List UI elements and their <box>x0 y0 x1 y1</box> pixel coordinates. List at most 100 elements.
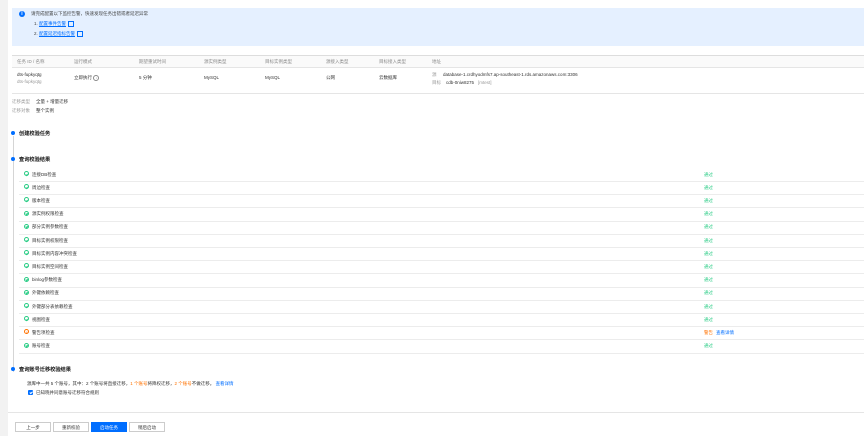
check-name: 周边检查 <box>32 184 50 190</box>
check-name: binlog参数检查 <box>32 277 63 283</box>
dst-access-type: 云数据库 <box>379 75 397 80</box>
table-row: binlog参数检查 通过 <box>19 274 864 288</box>
check-status: 通过 <box>704 343 713 349</box>
config-event-alarm-link[interactable]: 配置事件告警 <box>39 21 66 26</box>
check-circle-icon <box>24 223 29 229</box>
footer-bar: 上一步 重新校验 启动任务 稍后启动 <box>8 412 864 436</box>
agree-checkbox-label[interactable]: 已知晓并同意账号迁移符合规则 <box>36 390 99 396</box>
warning-icon <box>24 329 29 335</box>
check-name: 源实例权限检查 <box>32 211 64 217</box>
col-retry: 期望重试时间 <box>139 59 166 64</box>
recheck-button[interactable]: 重新校验 <box>53 422 89 432</box>
check-circle-icon <box>24 316 29 322</box>
table-row: 视图检查 通过 <box>19 313 864 328</box>
check-status: 通过 <box>704 224 713 230</box>
table-row: 周边检查 通过 <box>19 181 864 196</box>
info-icon: i <box>19 11 25 17</box>
check-name: 版本检查 <box>32 197 50 203</box>
help-icon[interactable]: i <box>93 75 100 81</box>
account-detail-link[interactable]: 查看详情 <box>216 381 234 386</box>
check-status: 通过 <box>704 237 713 243</box>
check-status: 通过 <box>704 171 713 177</box>
check-name: 部分实例参数检查 <box>32 224 68 230</box>
check-circle-icon <box>24 210 29 216</box>
check-name: 警告项检查 <box>32 329 55 335</box>
check-status: 通过 <box>704 303 713 309</box>
check-status: 通过 <box>704 316 713 322</box>
check-circle-icon <box>24 237 29 242</box>
agree-checkbox[interactable] <box>28 390 33 395</box>
alert-item-delay: 2. 配置延迟指标告警 <box>34 31 84 37</box>
external-link-icon <box>68 21 75 27</box>
dst-address: cdb-0niw8275 <box>446 80 475 85</box>
table-row: 警告项检查 警告查看详情 <box>19 326 864 341</box>
src-instance-type: MySQL <box>204 75 220 80</box>
col-address: 地址 <box>432 59 441 64</box>
check-status: 通过 <box>704 211 713 217</box>
table-row: 目标实例权限检查 通过 <box>19 234 864 248</box>
create-check-title: 创建校验任务 <box>19 131 51 137</box>
col-dst-access: 目标接入类型 <box>379 59 406 64</box>
prev-step-button[interactable]: 上一步 <box>15 422 51 432</box>
config-delay-alarm-link[interactable]: 配置延迟指标告警 <box>39 31 75 36</box>
col-task-id: 任务 ID / 名称 <box>17 59 45 64</box>
col-dst-type: 目标实例类型 <box>265 59 292 64</box>
src-access-type: 公网 <box>326 75 335 80</box>
start-task-button[interactable]: 启动任务 <box>91 422 127 432</box>
dst-tag: [mtest] <box>478 80 492 85</box>
check-circle-icon <box>24 263 29 269</box>
check-status: 通过 <box>704 263 713 269</box>
check-status: 通过 <box>704 250 713 256</box>
dst-addr-label: 目标 <box>432 80 441 85</box>
migration-type: 迁移类型 全量 + 增量迁移 <box>12 99 69 104</box>
check-name: 目标实例内容冲突检查 <box>32 250 77 256</box>
check-circle-icon <box>24 184 29 190</box>
account-check-title: 查询账号迁移校验结果 <box>19 367 71 373</box>
alert-item-event: 1. 配置事件告警 <box>34 21 75 27</box>
src-addr-label: 源 <box>432 72 437 77</box>
check-detail-link[interactable]: 查看详情 <box>716 330 734 336</box>
col-src-type: 源实例类型 <box>204 59 227 64</box>
src-address: database-1.crdhyodmfs7.ap-southeast-1.rd… <box>443 72 578 77</box>
col-src-access: 源接入类型 <box>326 59 349 64</box>
table-row: dts-fupkyqtg dts-fupkyqtg 立即执行 i 5 分钟 My… <box>12 66 864 94</box>
step-dot <box>11 157 15 161</box>
check-circle-icon <box>24 197 29 203</box>
check-circle-icon <box>24 342 29 348</box>
table-row: 目标实例空间检查 通过 <box>19 260 864 275</box>
alarm-config-alert: i 请完成配置以下监控告警，快速发现任务出错或者延迟异常 1. 配置事件告警 2… <box>12 8 864 46</box>
check-name: 目标实例空间检查 <box>32 263 68 269</box>
check-circle-icon <box>24 171 29 176</box>
check-circle-icon <box>24 303 29 308</box>
check-circle-icon <box>24 276 29 282</box>
check-name: 账号检查 <box>32 343 50 349</box>
task-name: dts-fupkyqtg <box>17 79 42 84</box>
table-row: 连接DB检查 通过 <box>19 168 864 182</box>
table-row: 账号检查 通过 <box>19 340 864 354</box>
start-later-button[interactable]: 稍后启动 <box>129 422 165 432</box>
check-circle-icon <box>24 289 29 295</box>
step-dot <box>11 131 15 135</box>
check-result-title: 查询校验结果 <box>19 157 51 163</box>
col-mode: 运行模式 <box>74 59 92 64</box>
check-name: 目标实例权限检查 <box>32 237 68 243</box>
check-circle-icon <box>24 250 29 256</box>
check-name: 视图检查 <box>32 316 50 322</box>
step-dot <box>11 367 15 371</box>
task-id: dts-fupkyqtg <box>17 72 42 77</box>
account-result-text: 源库中一共 5 个账号，其中：2 个账号将直接迁移，1 个账号将降权迁移，2 个… <box>27 381 234 386</box>
alert-message: 请完成配置以下监控告警，快速发现任务出错或者延迟异常 <box>31 11 148 16</box>
table-row: 目标实例内容冲突检查 通过 <box>19 247 864 262</box>
table-row: 源实例权限检查 通过 <box>19 208 864 222</box>
retry-time: 5 分钟 <box>139 75 152 80</box>
check-name: 外键部分表依赖检查 <box>32 303 73 309</box>
step-line <box>12 136 14 372</box>
check-status: 通过 <box>704 290 713 296</box>
table-row: 部分实例参数检查 通过 <box>19 221 864 235</box>
dst-instance-type: MySQL <box>265 75 281 80</box>
run-mode: 立即执行 i <box>74 75 100 81</box>
table-row: 外键依赖检查 通过 <box>19 287 864 301</box>
external-link-icon <box>77 31 84 37</box>
check-name: 外键依赖检查 <box>32 290 59 296</box>
check-status: 警告 <box>704 329 713 335</box>
